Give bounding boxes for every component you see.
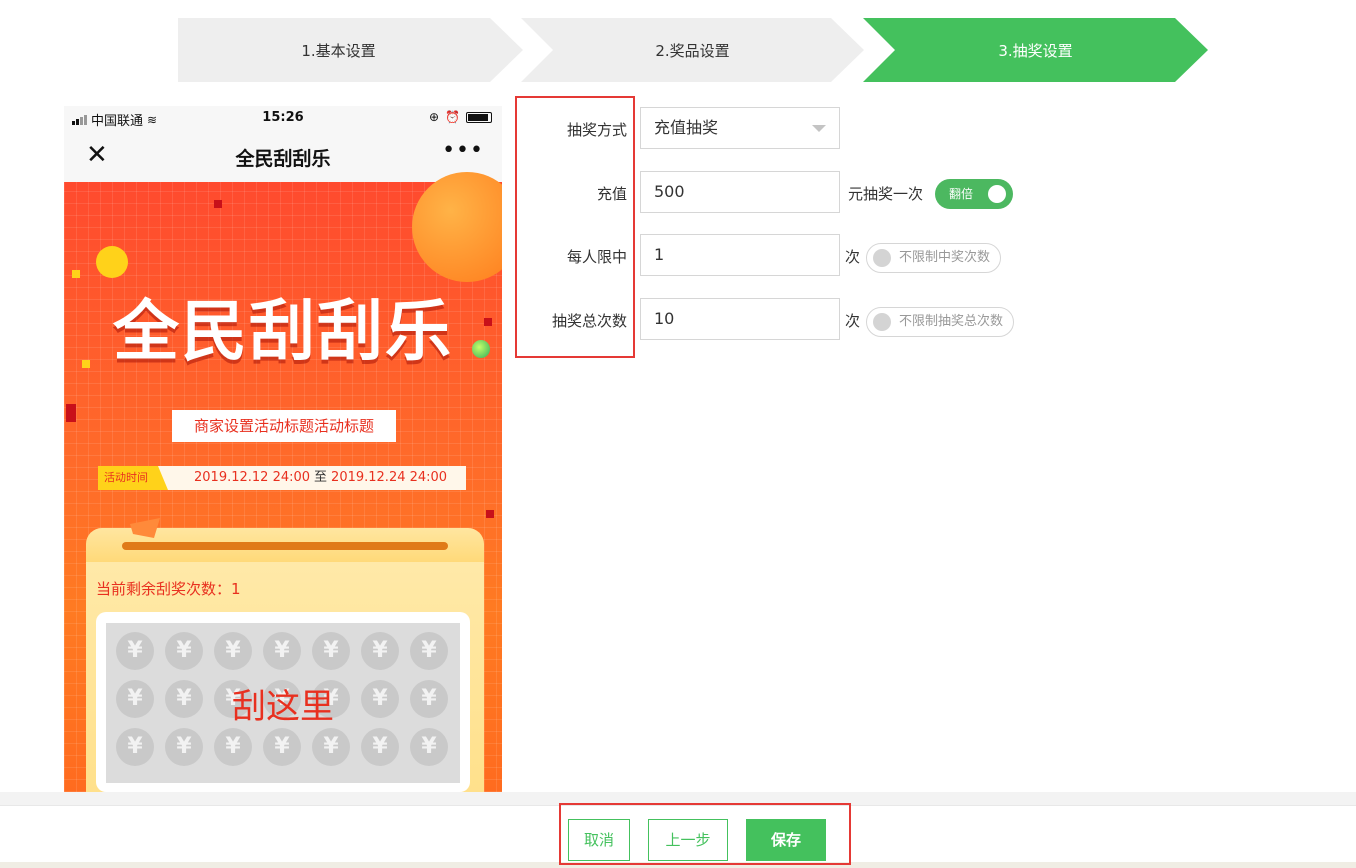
toggle-knob [873,249,891,267]
decorative-square [72,270,80,278]
lock-rotation-icon: ⊕ [428,110,440,124]
page-root: 1.基本设置 2.奖品设置 3.抽奖设置 中国联通 ≋ 15:26 ⊕ ⏰ ✕ … [0,0,1356,868]
double-toggle[interactable]: 翻倍 [935,179,1013,209]
remaining-count: 当前剩余刮奖次数：1 [96,580,241,598]
poster-title: 全民刮刮乐 [113,293,453,370]
double-toggle-label: 翻倍 [949,187,974,201]
step-label: 1.基本设置 [301,41,376,60]
step-label: 3.抽奖设置 [998,41,1073,60]
time-separator: 至 [314,470,328,485]
step-progress: 1.基本设置 2.奖品设置 3.抽奖设置 [178,18,1218,82]
method-select-value: 充值抽奖 [654,118,719,137]
per-person-suffix: 次 [845,248,861,266]
phone-preview: 中国联通 ≋ 15:26 ⊕ ⏰ ✕ 全民刮刮乐 ••• 全民刮刮乐 商家设置活… [64,106,502,792]
step-lottery-settings[interactable]: 3.抽奖设置 [863,18,1208,82]
chevron-down-icon [812,125,826,132]
unlimited-draws-label: 不限制抽奖总次数 [899,314,1004,329]
cancel-button[interactable]: 取消 [568,819,630,861]
total-input[interactable]: 10 [640,298,840,340]
activity-time-bar: 活动时间 2019.12.12 24:00 至 2019.12.24 24:00 [98,466,466,490]
phone-status-bar: 中国联通 ≋ 15:26 ⊕ ⏰ [64,106,502,130]
decorative-square [66,404,76,422]
recharge-input[interactable]: 500 [640,171,840,213]
unlimited-wins-label: 不限制中奖次数 [899,250,991,265]
method-select[interactable]: 充值抽奖 [640,107,840,149]
per-person-label: 每人限中 [566,248,627,266]
total-value: 10 [654,309,675,328]
step-prize-settings[interactable]: 2.奖品设置 [521,18,864,82]
prize-box-slot [122,542,448,550]
previous-step-button[interactable]: 上一步 [648,819,728,861]
total-suffix: 次 [845,312,861,330]
activity-time-range: 2019.12.12 24:00 至 2019.12.24 24:00 [194,466,447,490]
recharge-value: 500 [654,182,685,201]
decorative-square [214,200,222,208]
step-label: 2.奖品设置 [655,41,730,60]
step-basic-settings[interactable]: 1.基本设置 [178,18,523,82]
alarm-icon: ⏰ [445,110,460,124]
recharge-suffix: 元抽奖一次 [848,185,924,203]
scratch-here-label[interactable]: 刮这里 [106,623,460,783]
poster-background: 全民刮刮乐 商家设置活动标题活动标题 活动时间 2019.12.12 24:00… [64,172,502,792]
save-button[interactable]: 保存 [746,819,826,861]
battery-icon [466,111,492,123]
phone-page-title: 全民刮刮乐 [235,148,331,170]
unlimited-draws-toggle[interactable]: 不限制抽奖总次数 [866,307,1015,337]
per-person-input[interactable]: 1 [640,234,840,276]
toggle-knob [873,313,891,331]
recharge-label: 充值 [596,185,627,203]
decorative-dot [96,246,128,278]
activity-title: 商家设置活动标题活动标题 [172,410,396,442]
method-label: 抽奖方式 [566,121,627,139]
activity-time-tag: 活动时间 [98,466,168,490]
phone-nav-bar: ✕ 全民刮刮乐 ••• [64,130,502,182]
decorative-square [486,510,494,518]
decorative-orb [412,172,502,282]
toggle-knob [988,185,1006,203]
time-start: 2019.12.12 24:00 [194,470,311,485]
time-end: 2019.12.24 24:00 [331,470,448,485]
unlimited-wins-toggle[interactable]: 不限制中奖次数 [866,243,1002,273]
per-person-value: 1 [654,245,665,264]
more-icon[interactable]: ••• [442,138,484,163]
total-label: 抽奖总次数 [551,312,627,330]
